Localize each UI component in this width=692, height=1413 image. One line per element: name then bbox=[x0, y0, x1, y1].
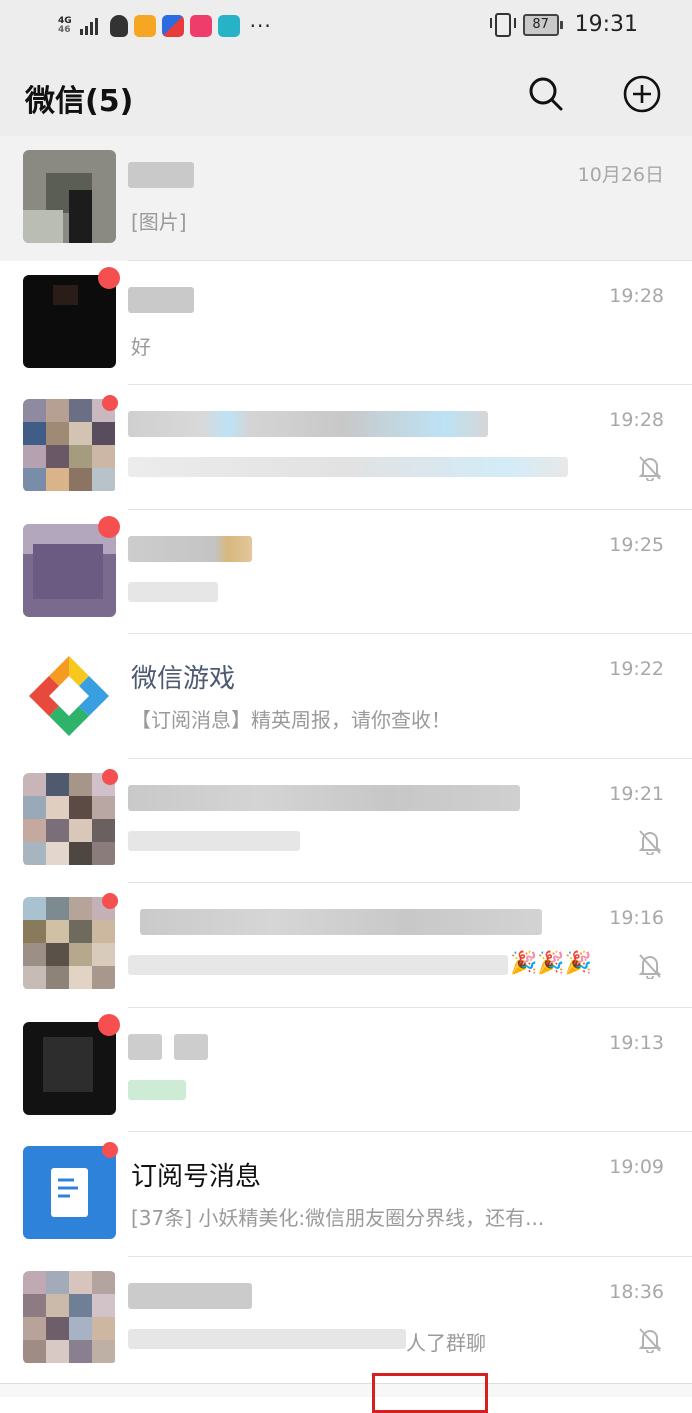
chat-row[interactable]: [图片] 10月26日 bbox=[0, 136, 692, 261]
unread-badge bbox=[98, 515, 120, 538]
avatar[interactable] bbox=[23, 897, 116, 990]
chat-name: 微信游戏 bbox=[131, 664, 236, 694]
blurred-preview bbox=[128, 1328, 406, 1349]
search-icon[interactable] bbox=[528, 76, 564, 112]
more-notifications-icon: ··· bbox=[249, 14, 272, 38]
unread-badge bbox=[102, 768, 118, 785]
blurred-preview bbox=[128, 1079, 186, 1100]
avatar[interactable] bbox=[23, 1021, 116, 1115]
unread-dot bbox=[102, 1142, 118, 1158]
chat-name: 订阅号消息 bbox=[131, 1162, 262, 1192]
qq-icon bbox=[109, 15, 128, 37]
subscription-icon[interactable] bbox=[23, 1146, 116, 1239]
chat-row[interactable]: 🎉🎉🎉 19:16 bbox=[0, 883, 692, 1008]
blurred-name bbox=[128, 162, 194, 188]
app-header: 微信(5) bbox=[0, 54, 692, 136]
party-popper-emoji: 🎉🎉🎉 bbox=[510, 951, 593, 976]
avatar[interactable] bbox=[23, 399, 116, 492]
chat-preview: 人了群聊 bbox=[406, 1330, 486, 1355]
chat-time: 18:36 bbox=[609, 1280, 664, 1303]
chat-time: 19:25 bbox=[609, 533, 664, 556]
mute-bell-icon bbox=[638, 954, 662, 979]
blurred-name-2 bbox=[174, 1033, 208, 1060]
avatar[interactable] bbox=[23, 523, 116, 617]
chat-row[interactable]: 19:21 bbox=[0, 758, 692, 883]
chat-time: 19:13 bbox=[609, 1031, 664, 1054]
blurred-preview bbox=[128, 457, 568, 477]
signal-icon bbox=[79, 17, 98, 35]
video-app-icon bbox=[133, 15, 156, 37]
mute-bell-icon bbox=[638, 829, 662, 855]
vibrate-icon bbox=[489, 12, 516, 37]
avatar[interactable] bbox=[23, 1270, 116, 1364]
blurred-name bbox=[128, 1033, 162, 1060]
chat-time: 19:28 bbox=[609, 284, 664, 307]
chat-preview: 好 bbox=[131, 334, 151, 359]
clock: 19:31 bbox=[574, 12, 638, 37]
chat-preview: [图片] bbox=[131, 210, 187, 234]
chat-row[interactable]: 19:13 bbox=[0, 1007, 692, 1132]
plus-circle-icon[interactable] bbox=[622, 74, 662, 114]
blurred-preview bbox=[128, 830, 300, 851]
video-app-icon-2 bbox=[161, 15, 184, 37]
avatar[interactable] bbox=[23, 772, 116, 866]
mute-bell-icon bbox=[638, 1327, 662, 1353]
chat-time: 19:09 bbox=[609, 1156, 664, 1178]
status-left: 4G 46 ··· bbox=[58, 14, 272, 38]
chat-preview: [37条] 小妖精美化:微信朋友圈分界线，还有... bbox=[131, 1206, 545, 1230]
unread-badge bbox=[98, 266, 120, 289]
chat-row[interactable]: 好 19:28 bbox=[0, 260, 692, 385]
blurred-preview bbox=[128, 581, 218, 602]
unread-badge bbox=[102, 893, 118, 909]
chat-time: 19:16 bbox=[609, 907, 664, 929]
blurred-name bbox=[140, 909, 542, 935]
blurred-name bbox=[128, 784, 520, 811]
chat-row[interactable]: 19:25 bbox=[0, 509, 692, 634]
unread-badge bbox=[102, 395, 118, 411]
music-app-icon bbox=[189, 15, 212, 37]
avatar[interactable] bbox=[23, 274, 116, 368]
delivery-app-icon bbox=[217, 15, 240, 37]
chat-row[interactable]: 19:28 bbox=[0, 385, 692, 510]
chat-list: [图片] 10月26日 好 19:28 19:28 19:25 微信游戏 【订阅… bbox=[0, 136, 692, 1382]
annotation-highlight bbox=[372, 1373, 488, 1413]
chat-time: 19:22 bbox=[609, 658, 664, 680]
chat-row[interactable]: 微信游戏 【订阅消息】精英周报，请你查收！ 19:22 bbox=[0, 634, 692, 759]
page-title: 微信(5) bbox=[25, 84, 134, 119]
chat-row[interactable]: 订阅号消息 [37条] 小妖精美化:微信朋友圈分界线，还有... 19:09 bbox=[0, 1132, 692, 1257]
chat-time: 19:28 bbox=[609, 409, 664, 431]
chat-preview: 【订阅消息】精英周报，请你查收！ bbox=[131, 708, 451, 732]
network-type: 4G 46 bbox=[58, 16, 72, 35]
status-bar: 4G 46 ··· 87 19:31 bbox=[0, 0, 692, 54]
chat-time: 19:21 bbox=[609, 782, 664, 805]
bottom-tab-bar[interactable] bbox=[0, 1383, 692, 1397]
blurred-name bbox=[128, 286, 194, 313]
blurred-name bbox=[128, 535, 252, 562]
wechat-game-icon[interactable] bbox=[23, 648, 116, 741]
blurred-preview bbox=[128, 955, 508, 975]
battery-level: 87 bbox=[522, 13, 559, 36]
chat-row[interactable]: 人了群聊 18:36 bbox=[0, 1256, 692, 1382]
mute-bell-icon bbox=[638, 456, 662, 481]
unread-badge bbox=[98, 1013, 120, 1036]
status-right: 87 19:31 bbox=[489, 12, 638, 37]
chat-time: 10月26日 bbox=[577, 164, 664, 186]
blurred-name bbox=[128, 1282, 252, 1309]
battery-icon: 87 bbox=[522, 13, 563, 36]
blurred-name bbox=[128, 411, 488, 437]
avatar[interactable] bbox=[23, 150, 116, 243]
